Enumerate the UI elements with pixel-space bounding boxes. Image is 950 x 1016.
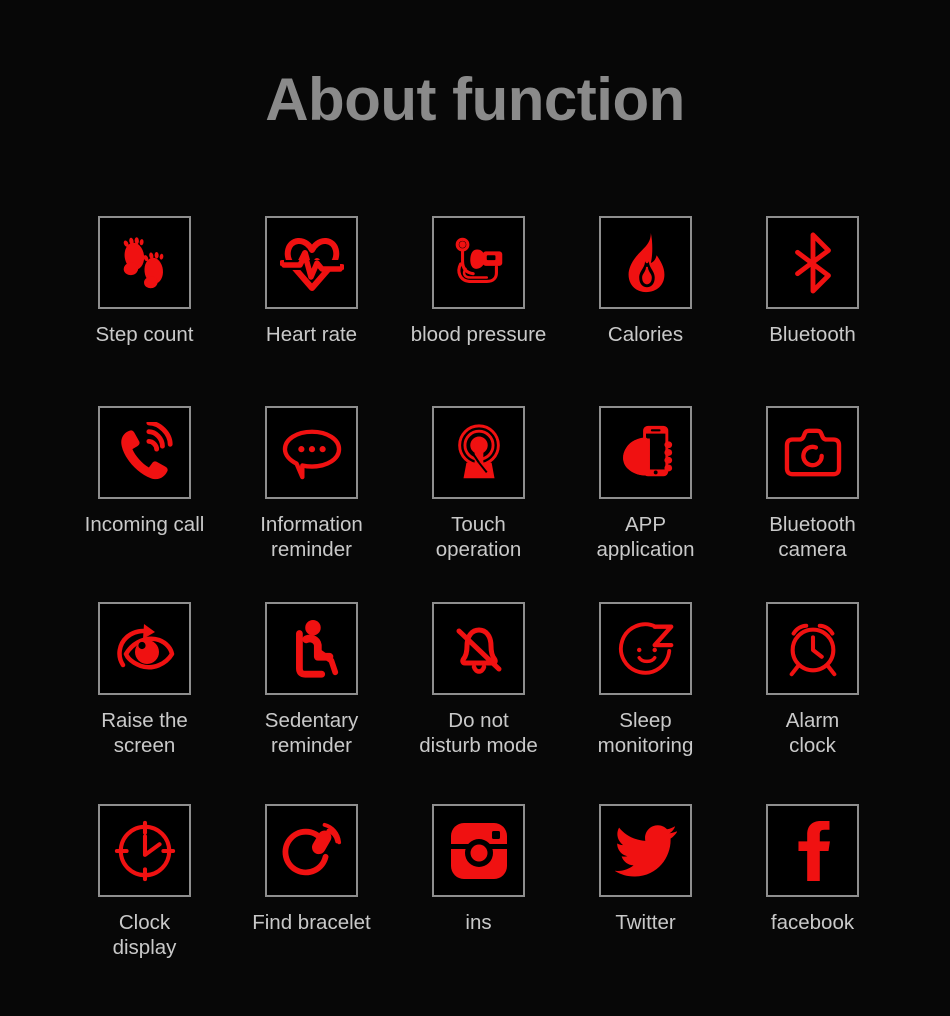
feature-label: Twitter — [615, 911, 676, 934]
icon-frame — [766, 216, 859, 309]
feature-cell-facebook[interactable]: facebook — [729, 804, 896, 1004]
feature-label: Find bracelet — [252, 911, 371, 934]
clock-face-icon — [114, 820, 176, 882]
icon-frame — [766, 602, 859, 695]
alarm-clock-icon — [782, 618, 844, 680]
feature-cell-app-application[interactable]: APP application — [562, 406, 729, 602]
touch-finger-icon — [449, 422, 509, 484]
seated-person-icon — [284, 618, 340, 680]
feature-label: Touch operation — [435, 513, 522, 561]
feature-cell-bluetooth[interactable]: Bluetooth — [729, 216, 896, 406]
feature-row: Incoming call Information reminder Touch… — [61, 406, 896, 602]
feature-cell-alarm-clock[interactable]: Alarm clock — [729, 602, 896, 804]
feature-cell-bluetooth-camera[interactable]: Bluetooth camera — [729, 406, 896, 602]
icon-frame — [599, 602, 692, 695]
hand-holding-phone-icon — [616, 422, 676, 484]
page-title: About function — [265, 66, 685, 133]
icon-frame — [265, 216, 358, 309]
feature-label: Raise the screen — [101, 709, 188, 757]
icon-frame — [265, 804, 358, 897]
feature-cell-touch-operation[interactable]: Touch operation — [395, 406, 562, 602]
icon-frame — [599, 406, 692, 499]
heart-pulse-icon — [279, 231, 344, 295]
feature-cell-sleep-monitoring[interactable]: Sleep monitoring — [562, 602, 729, 804]
flame-icon — [617, 232, 675, 294]
icon-frame — [98, 216, 191, 309]
feature-cell-sedentary-reminder[interactable]: Sedentary reminder — [228, 602, 395, 804]
feature-cell-clock-display[interactable]: Clock display — [61, 804, 228, 1004]
feature-label: Calories — [607, 323, 684, 346]
feature-cell-incoming-call[interactable]: Incoming call — [61, 406, 228, 602]
instagram-icon — [449, 821, 509, 881]
icon-frame — [265, 406, 358, 499]
feature-cell-raise-the-screen[interactable]: Raise the screen — [61, 602, 228, 804]
blood-pressure-monitor-icon — [448, 232, 510, 294]
ringing-phone-icon — [114, 421, 176, 484]
feature-label: Incoming call — [84, 513, 205, 536]
feature-row: Raise the screen Sedentary reminder Do n… — [61, 602, 896, 804]
icon-frame — [98, 602, 191, 695]
feature-label: APP application — [596, 513, 695, 561]
feature-label: Heart rate — [265, 323, 358, 346]
feature-cell-heart-rate[interactable]: Heart rate — [228, 216, 395, 406]
raise-wrist-eye-icon — [113, 620, 177, 678]
bell-slash-icon — [449, 619, 509, 679]
feature-cell-instagram[interactable]: ins — [395, 804, 562, 1004]
feature-label: blood pressure — [410, 323, 547, 346]
vibrating-bracelet-icon — [281, 820, 343, 882]
about-function-page: About function Step count Heart rate blo… — [0, 0, 950, 1016]
icon-frame — [599, 216, 692, 309]
speech-bubble-icon — [281, 425, 343, 481]
icon-frame — [599, 804, 692, 897]
feature-label: Sleep monitoring — [597, 709, 694, 757]
footprints-icon — [114, 232, 176, 294]
feature-row: Clock display Find bracelet ins Twitter … — [61, 804, 896, 1004]
icon-frame — [98, 406, 191, 499]
icon-frame — [432, 216, 525, 309]
feature-cell-do-not-disturb[interactable]: Do not disturb mode — [395, 602, 562, 804]
feature-cell-calories[interactable]: Calories — [562, 216, 729, 406]
icon-frame — [432, 602, 525, 695]
icon-frame — [766, 804, 859, 897]
bluetooth-icon — [785, 231, 841, 294]
camera-icon — [782, 426, 844, 480]
feature-label: Step count — [95, 323, 194, 346]
icon-frame — [432, 804, 525, 897]
icon-frame — [766, 406, 859, 499]
feature-label: Sedentary reminder — [264, 709, 359, 757]
twitter-bird-icon — [614, 824, 677, 878]
feature-label: Bluetooth — [769, 323, 856, 346]
feature-cell-blood-pressure[interactable]: blood pressure — [395, 216, 562, 406]
feature-label: Do not disturb mode — [419, 709, 538, 757]
feature-row: Step count Heart rate blood pressure Cal… — [61, 216, 896, 406]
feature-label: ins — [465, 911, 492, 934]
feature-label: Information reminder — [260, 513, 363, 561]
icon-frame — [265, 602, 358, 695]
icon-frame — [432, 406, 525, 499]
feature-cell-find-bracelet[interactable]: Find bracelet — [228, 804, 395, 1004]
feature-cell-step-count[interactable]: Step count — [61, 216, 228, 406]
feature-cell-twitter[interactable]: Twitter — [562, 804, 729, 1004]
feature-grid: Step count Heart rate blood pressure Cal… — [61, 216, 896, 1004]
feature-label: Bluetooth camera — [769, 513, 856, 561]
sleeping-face-icon — [615, 618, 677, 680]
icon-frame — [98, 804, 191, 897]
feature-cell-information-reminder[interactable]: Information reminder — [228, 406, 395, 602]
feature-label: Alarm clock — [785, 709, 840, 757]
facebook-f-icon — [793, 820, 833, 882]
feature-label: Clock display — [112, 911, 177, 959]
feature-label: facebook — [770, 911, 855, 934]
